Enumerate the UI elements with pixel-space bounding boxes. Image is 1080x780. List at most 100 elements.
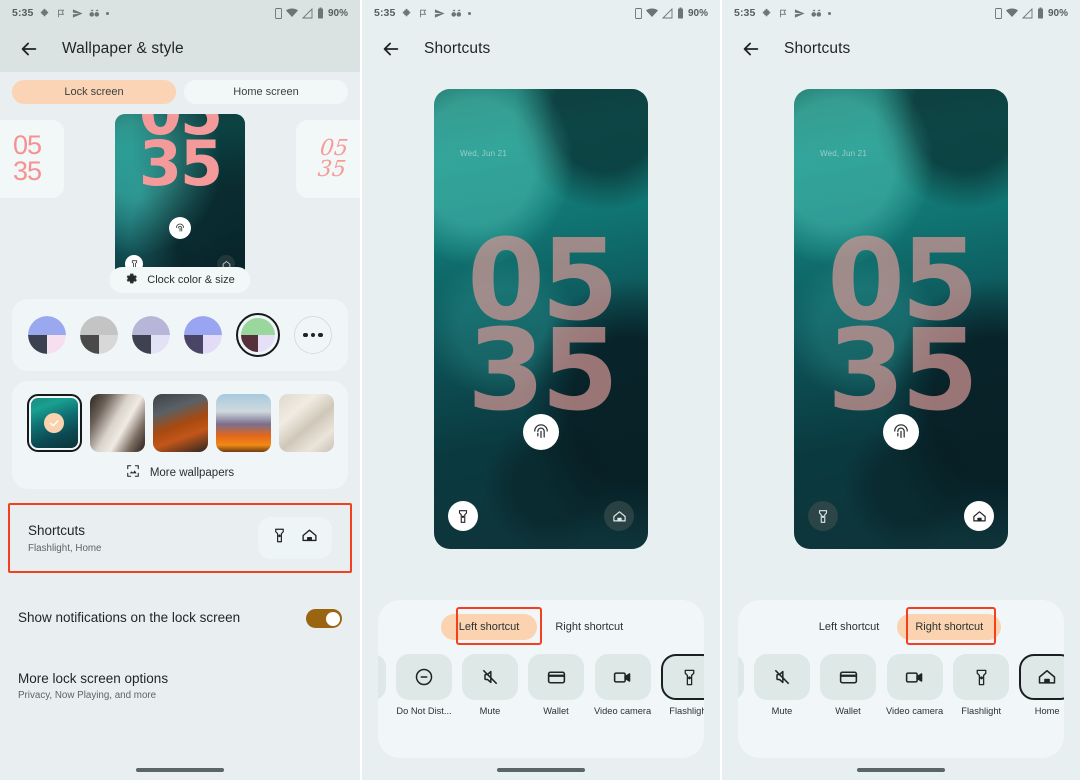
clock-style-card-prev[interactable]: 05 35 [0,120,64,198]
notifications-toggle[interactable] [306,609,342,628]
send-icon [72,8,83,19]
notifications-title: Show notifications on the lock screen [18,610,241,626]
clock-style-carousel: 0535 0535 0535 [0,114,360,293]
notifications-row[interactable]: Show notifications on the lock screen [0,609,360,628]
option-flashlight[interactable]: Flashlight [953,654,1010,716]
wallpaper-ocean[interactable] [26,394,82,452]
home-icon[interactable] [604,501,634,531]
status-bar: 5:35 90% [362,0,720,26]
flashlight-icon[interactable] [272,527,287,549]
option-mute[interactable]: Mute [754,654,810,716]
screenshot-root: 5:35 90% Wallpaper & style Lock screen H… [0,0,1080,780]
lock-screen-preview[interactable]: Wed, Jun 21 05 35 [794,89,1008,549]
battery-percent: 90% [327,7,348,19]
more-options-subtitle: Privacy, Now Playing, and more [18,690,157,702]
home-gesture-pill[interactable] [497,768,585,772]
option-flashlight[interactable]: Flashlight [661,654,704,716]
option-label: Video camera [886,706,944,716]
panel-shortcuts-right: 5:35 90% Shortcuts Wed, Jun 21 05 35 Lef… [722,0,1080,780]
clock-style-card-next[interactable]: 05 35 [296,120,360,198]
wallet-icon [820,654,876,700]
lock-screen-preview[interactable]: 0535 [115,114,245,282]
home-gesture-pill[interactable] [136,768,224,772]
color-swatch-row [12,299,348,371]
tab-right-shortcut[interactable]: Right shortcut [537,614,641,640]
screen-mode-tabs: Lock screen Home screen [0,72,360,110]
tab-right-shortcut[interactable]: Right shortcut [897,614,1002,640]
status-bar: 5:35 90% [722,0,1080,26]
shortcuts-icon-group[interactable] [258,517,332,559]
wallpaper-row [12,394,348,452]
option-video-camera[interactable]: Video camera [886,654,943,716]
preview-date: Wed, Jun 21 [460,149,507,158]
option-label: Mute [771,706,793,716]
option-label: Flashlight [961,706,1002,716]
color-swatch-card [12,299,348,371]
option-wallet[interactable]: Wallet [528,654,584,716]
app-bar: Shortcuts [362,26,720,72]
status-bar-time: 5:35 [734,7,756,19]
swatch-lavender[interactable] [132,316,170,354]
flag-icon [778,8,788,19]
shortcuts-row[interactable]: Shortcuts Flashlight, Home [8,503,352,573]
back-button[interactable] [18,38,40,60]
tab-left-shortcut[interactable]: Left shortcut [440,614,538,640]
shortcuts-title: Shortcuts [28,523,86,539]
option-mute[interactable]: Mute [462,654,518,716]
wallpaper-canyon[interactable] [152,394,208,452]
shortcut-options-strip[interactable]: Do Not Dist... Mute Wallet Video camera … [378,640,704,716]
page-title: Wallpaper & style [62,40,184,57]
fingerprint-icon [883,414,919,450]
battery-icon [677,7,684,19]
home-gesture-pill[interactable] [857,768,945,772]
video-camera-icon [594,654,651,700]
shortcut-side-tabs: Left shortcut Right shortcut [378,600,704,645]
option-label: Do Not Dist... [396,706,452,716]
more-options-title: More lock screen options [18,671,169,686]
flashlight-icon[interactable] [448,501,478,531]
option-label: Mute [479,706,501,716]
option-home[interactable]: Home [1019,654,1064,716]
home-icon[interactable] [301,527,318,549]
battery-percent: 90% [1047,7,1068,19]
tab-home-screen[interactable]: Home screen [184,80,348,104]
clock-color-size-button[interactable]: Clock color & size [109,267,251,293]
tab-left-shortcut[interactable]: Left shortcut [801,614,898,640]
list-item-partial[interactable] [378,654,386,706]
clock-preview-time-alt: 05 35 [316,135,350,182]
dot-icon [468,11,472,15]
flashlight-icon[interactable] [808,501,838,531]
clock-preview-time: 05 35 [12,130,42,186]
video-camera-icon [886,654,943,700]
shortcuts-subtitle: Flashlight, Home [28,542,102,554]
shortcut-options-strip[interactable]: .. Mute Wallet [738,640,1064,716]
back-button[interactable] [380,38,402,60]
more-wallpapers-button[interactable]: More wallpapers [12,464,348,481]
status-bar: 5:35 90% [0,0,360,26]
shortcut-side-tabs: Left shortcut Right shortcut [738,600,1064,645]
back-button[interactable] [740,38,762,60]
check-icon [44,413,64,433]
option-label: Video camera [594,706,652,716]
swatch-green-maroon[interactable] [236,313,280,357]
option-do-not-disturb[interactable]: Do Not Dist... [396,654,452,716]
wallpaper-feathers[interactable] [89,394,145,452]
puzzle-icon [401,8,412,19]
option-wallet[interactable]: Wallet [820,654,876,716]
swatch-blue-pink[interactable] [28,316,66,354]
wallpaper-desert-sunset[interactable] [215,394,271,452]
tab-lock-screen[interactable]: Lock screen [12,80,176,104]
swatch-grey[interactable] [80,316,118,354]
flashlight-icon [953,654,1010,700]
home-icon[interactable] [964,501,994,531]
lock-screen-preview[interactable]: Wed, Jun 21 05 35 [434,89,648,549]
more-lock-screen-options-row[interactable]: More lock screen options Privacy, Now Pl… [0,670,360,701]
option-do-not-disturb-partial[interactable]: .. [738,654,744,716]
swatch-periwinkle[interactable] [184,316,222,354]
wallpaper-petals[interactable] [278,394,334,452]
battery-icon [1037,7,1044,19]
fingerprint-icon [523,414,559,450]
option-video-camera[interactable]: Video camera [594,654,651,716]
mute-icon [462,654,518,700]
more-colors-icon[interactable] [294,316,332,354]
